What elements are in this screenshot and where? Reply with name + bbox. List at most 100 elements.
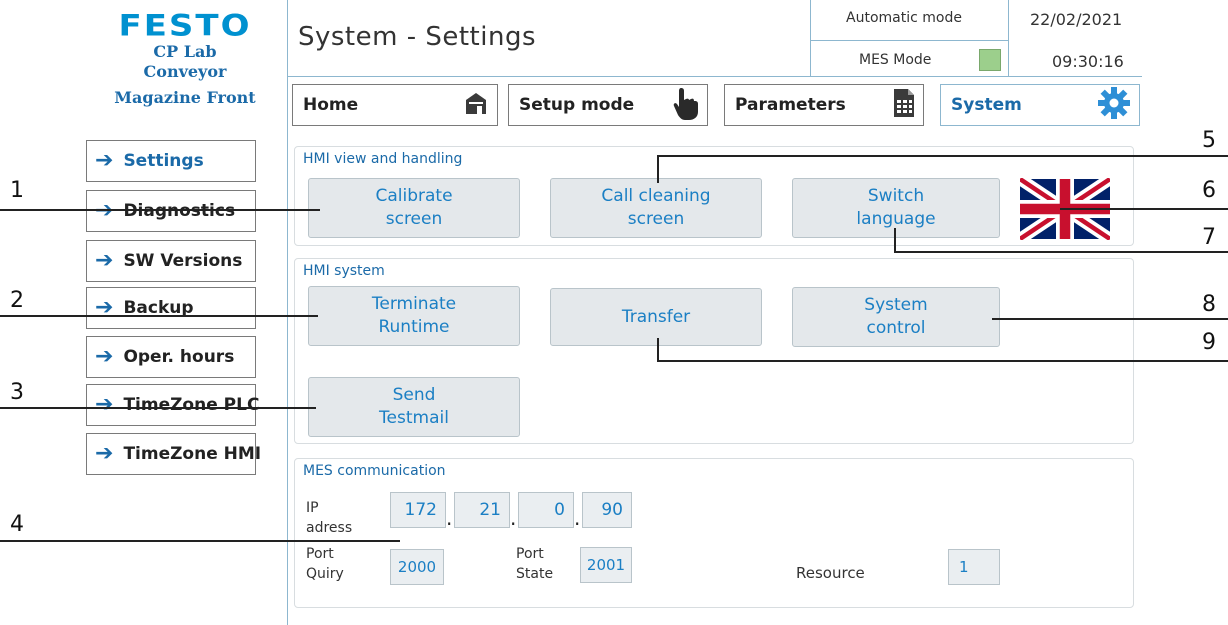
arrow-right-icon: ➔ bbox=[95, 198, 114, 223]
ip-dot: . bbox=[574, 506, 581, 530]
header-bottom-line bbox=[287, 76, 1142, 77]
label-line: Quiry bbox=[306, 566, 344, 582]
parameters-button[interactable]: Parameters bbox=[724, 84, 924, 126]
callout-line bbox=[0, 540, 400, 542]
sidebar-item-settings[interactable]: ➔ Settings bbox=[86, 140, 256, 182]
sidebar-item-timezone-hmi[interactable]: ➔ TimeZone HMI bbox=[86, 433, 261, 475]
header-divider bbox=[287, 0, 288, 135]
resource-label: Resource bbox=[796, 564, 865, 582]
callout-number: 5 bbox=[1202, 128, 1216, 153]
mes-mode-label: MES Mode bbox=[859, 52, 932, 68]
festo-logo-block: FESTO CP Lab Conveyor Magazine Front bbox=[100, 6, 270, 108]
sidebar-item-backup[interactable]: ➔ Backup bbox=[86, 287, 256, 329]
label-line: IP bbox=[306, 500, 319, 516]
ip-dot: . bbox=[510, 506, 517, 530]
button-label: Calibrate bbox=[375, 186, 453, 206]
automatic-mode-label: Automatic mode bbox=[846, 10, 962, 26]
button-label: Transfer bbox=[621, 306, 691, 327]
call-cleaning-screen-button[interactable]: Call cleaning screen bbox=[550, 178, 762, 238]
arrow-right-icon: ➔ bbox=[95, 392, 114, 417]
terminate-runtime-button[interactable]: Terminate Runtime bbox=[308, 286, 520, 346]
arrow-right-icon: ➔ bbox=[95, 148, 114, 173]
callout-line bbox=[657, 338, 659, 361]
sidebar-item-label: TimeZone PLC bbox=[123, 395, 260, 415]
ip-octet-2-input[interactable]: 21 bbox=[454, 492, 510, 528]
sidebar-item-timezone-plc[interactable]: ➔ TimeZone PLC bbox=[86, 384, 260, 426]
callout-line bbox=[657, 155, 659, 183]
callout-number: 3 bbox=[10, 380, 24, 405]
arrow-right-icon: ➔ bbox=[95, 248, 114, 273]
home-button[interactable]: Home bbox=[292, 84, 498, 126]
setup-mode-button-label: Setup mode bbox=[519, 95, 635, 115]
parameters-button-label: Parameters bbox=[735, 95, 846, 115]
send-testmail-button[interactable]: Send Testmail bbox=[308, 377, 520, 437]
switch-language-button[interactable]: Switch language bbox=[792, 178, 1000, 238]
group-title: HMI system bbox=[303, 263, 385, 279]
button-label: Terminate bbox=[371, 294, 457, 314]
gear-icon bbox=[1097, 86, 1131, 124]
label-line: adress bbox=[306, 520, 353, 536]
group-title: HMI view and handling bbox=[303, 151, 463, 167]
station-line-1: CP Lab bbox=[153, 42, 217, 61]
date-display: 22/02/2021 bbox=[1030, 10, 1123, 29]
port-state-label: Port State bbox=[516, 545, 553, 583]
system-control-button[interactable]: System control bbox=[792, 287, 1000, 347]
sidebar-item-sw-versions[interactable]: ➔ SW Versions bbox=[86, 240, 256, 282]
sidebar-item-oper-hours[interactable]: ➔ Oper. hours bbox=[86, 336, 256, 378]
hand-pointer-icon bbox=[673, 86, 699, 124]
resource-input[interactable]: 1 bbox=[948, 549, 1000, 585]
ip-octet-4-input[interactable]: 90 bbox=[582, 492, 632, 528]
button-label: Runtime bbox=[378, 317, 450, 337]
button-label: screen bbox=[385, 209, 443, 229]
callout-line bbox=[992, 318, 1228, 320]
setup-mode-button[interactable]: Setup mode bbox=[508, 84, 708, 126]
header-divider bbox=[810, 0, 811, 76]
page-title: System - Settings bbox=[298, 22, 537, 52]
calibrate-screen-button[interactable]: Calibrate screen bbox=[308, 178, 520, 238]
label-line: Port bbox=[516, 546, 544, 562]
header-divider bbox=[1008, 0, 1009, 76]
button-label: language bbox=[856, 209, 936, 229]
callout-number: 7 bbox=[1202, 225, 1216, 250]
port-quiry-input[interactable]: 2000 bbox=[390, 549, 444, 585]
ip-octet-1-input[interactable]: 172 bbox=[390, 492, 446, 528]
mes-mode-indicator bbox=[979, 49, 1001, 71]
label-line: State bbox=[516, 566, 554, 582]
sidebar-item-label: TimeZone HMI bbox=[123, 444, 262, 464]
sidebar-item-label: Diagnostics bbox=[123, 201, 236, 221]
sidebar-item-diagnostics[interactable]: ➔ Diagnostics bbox=[86, 190, 256, 232]
group-title: MES communication bbox=[303, 463, 446, 479]
callout-line bbox=[0, 209, 320, 211]
callout-line bbox=[0, 407, 316, 409]
callout-line bbox=[658, 155, 1228, 157]
label-line: Port bbox=[306, 546, 334, 562]
button-label: screen bbox=[627, 209, 685, 229]
button-label: System bbox=[864, 295, 928, 315]
time-display: 09:30:16 bbox=[1052, 52, 1124, 71]
button-label: Call cleaning bbox=[601, 186, 711, 206]
festo-logo: FESTO bbox=[118, 9, 252, 43]
callout-number: 8 bbox=[1202, 292, 1216, 317]
arrow-right-icon: ➔ bbox=[95, 344, 114, 369]
callout-line bbox=[1060, 208, 1228, 210]
callout-number: 9 bbox=[1202, 330, 1216, 355]
callout-line bbox=[894, 228, 896, 252]
system-button[interactable]: System bbox=[940, 84, 1140, 126]
sidebar-item-label: Settings bbox=[123, 151, 204, 171]
ip-dot: . bbox=[446, 506, 453, 530]
button-label: control bbox=[866, 318, 926, 338]
callout-number: 6 bbox=[1202, 178, 1216, 203]
document-calculator-icon bbox=[893, 88, 915, 122]
home-button-label: Home bbox=[303, 95, 359, 115]
ip-octet-3-input[interactable]: 0 bbox=[518, 492, 574, 528]
callout-number: 1 bbox=[10, 178, 24, 203]
port-quiry-label: Port Quiry bbox=[306, 545, 344, 583]
port-state-input[interactable]: 2001 bbox=[580, 547, 632, 583]
home-icon bbox=[463, 90, 489, 120]
callout-line bbox=[894, 251, 1228, 253]
sidebar-item-label: Oper. hours bbox=[123, 347, 235, 367]
button-label: Switch bbox=[867, 186, 925, 206]
system-button-label: System bbox=[951, 95, 1022, 115]
callout-line bbox=[0, 315, 318, 317]
transfer-button[interactable]: Transfer bbox=[550, 288, 762, 346]
